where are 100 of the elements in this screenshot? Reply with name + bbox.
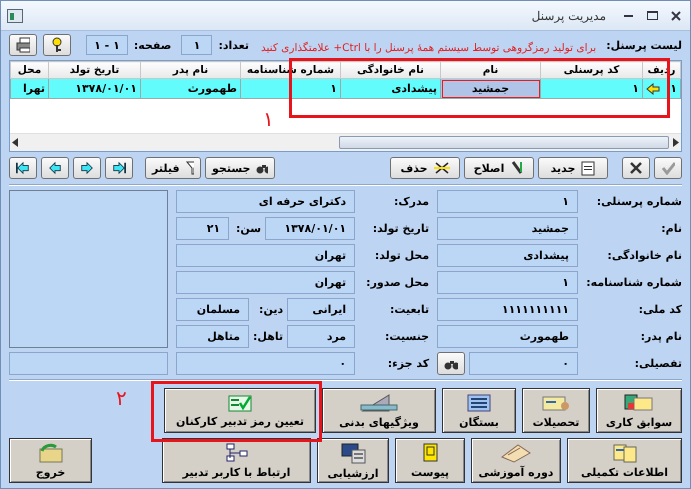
minimize-icon [624,14,632,17]
text-field[interactable]: ۱۳۷۸/۰۱/۰۱ [265,217,356,240]
annotation-number: ۱ [263,107,274,131]
filter-icon [186,161,194,175]
module-button[interactable]: تحصیلات [522,388,590,433]
text-field[interactable]: ۱ [437,190,578,213]
table-row[interactable]: ۱ ۱ جمشید پیشدادی ۱ طهمورث ۱۳۷۸/۰۱/۰۱ تهرا [10,78,680,98]
lookup-button[interactable] [437,352,466,375]
new-document-icon [581,160,596,176]
first-arrow-icon [16,160,30,176]
field-label: نام پدر: [640,330,682,343]
annotation-number: ۲ [116,386,127,410]
exit-button[interactable]: خروج [9,438,92,483]
check-icon [661,161,675,175]
text-field[interactable]: دکترای حرفه ای [176,190,356,213]
column-header[interactable]: تاریخ تولد [48,62,140,78]
ruler-icon [359,392,399,412]
field-label: شماره شناسنامه: [585,276,682,289]
action-button[interactable]: جدید [538,157,608,179]
table-cell: ۱۳۷۸/۰۱/۰۱ [48,78,140,98]
page-label: صفحه: [134,38,172,52]
cards-icon [624,392,654,412]
column-header[interactable]: نام خانوادگی [340,62,440,78]
row-number: ۱ [670,82,677,95]
text-field[interactable] [9,352,168,375]
action-button[interactable]: اصلاح [464,157,534,179]
field-label: مدرک: [392,195,430,208]
text-field[interactable]: تهران [176,244,356,267]
navigation-button[interactable] [105,157,133,179]
column-header[interactable]: نام [440,62,540,78]
text-field[interactable]: ۰ [176,352,356,375]
field-label: تابعیت: [388,303,430,316]
key-icon [50,37,64,53]
field-label: تاهل: [253,330,284,343]
search-button[interactable]: جستجو [205,157,275,179]
table-cell: ۱ [540,78,642,98]
text-field[interactable]: ۰ [469,352,578,375]
navigation-button[interactable] [9,157,37,179]
window-title: مدیریت پرسنل [530,8,607,22]
text-field[interactable]: ۱ [437,271,578,294]
module-button[interactable]: دوره آموزشی [471,438,561,483]
module-button[interactable]: ارتباط با کاربر تدبیر [162,438,311,483]
column-header[interactable]: نام پدر [140,62,240,78]
table-cell: تهرا [10,78,48,98]
tools-icon [510,160,524,176]
module-button[interactable]: اطلاعات تکمیلی [567,438,682,483]
left-arrow-icon [48,160,62,176]
module-button[interactable]: سوابق کاری [596,388,682,433]
cancel-button[interactable] [622,157,650,179]
module-button[interactable]: تعیین رمز تدبیر کارکنان [164,388,316,433]
field-label: شماره پرسنلی: [596,195,682,208]
close-icon [629,161,643,175]
filter-button[interactable]: فیلتر [145,157,201,179]
table-cell: جمشید [440,78,540,98]
right-arrow-icon [80,160,94,176]
navigation-button[interactable] [41,157,69,179]
field-label: دین: [258,303,284,316]
app-icon [7,8,23,22]
text-field[interactable]: مسلمان [176,298,250,321]
text-field[interactable]: مرد [287,325,356,348]
column-header[interactable]: محل [10,62,48,78]
table-cell: ۱ [240,78,340,98]
field-label: نام خانوادگی: [606,249,682,262]
text-field[interactable]: جمشید [437,217,578,240]
last-arrow-icon [112,160,126,176]
text-field[interactable]: ۱۱۱۱۱۱۱۱۱۱ [437,298,578,321]
list-label: لیست پرسنل: [606,38,682,52]
hierarchy-icon [224,442,248,462]
horizontal-scrollbar[interactable] [10,133,681,151]
text-field[interactable]: ایرانی [287,298,356,321]
documents-icon [612,442,638,462]
right-arrow-icon [673,138,679,147]
left-arrow-icon [646,82,660,94]
text-field[interactable]: طهمورث [437,325,578,348]
text-field[interactable]: ۲۱ [176,217,230,240]
column-header[interactable]: کد پرسنلی [540,62,642,78]
field-label: محل صدور: [365,276,430,289]
page-field: ۱ - ۱ [86,35,128,55]
print-button[interactable] [9,34,37,56]
field-label: نام: [660,222,682,235]
module-button[interactable]: پیوست [395,438,465,483]
scroll-thumb[interactable] [339,136,669,149]
text-field[interactable]: پیشدادی [437,244,578,267]
field-label: تفصیلی: [634,357,682,370]
module-button[interactable]: ویژگیهای بدنی [322,388,436,433]
checklist-icon [228,394,252,412]
navigation-button[interactable] [73,157,101,179]
close-icon [671,10,681,20]
text-field[interactable]: تهران [176,271,356,294]
action-button[interactable]: حذف [390,157,460,179]
printer-icon [16,37,30,53]
maximize-icon [646,11,658,20]
text-field[interactable]: متاهل [176,325,250,348]
help-button[interactable] [43,34,71,56]
module-button[interactable]: بستگان [442,388,516,433]
field-label: کد جزء: [386,357,430,370]
left-arrow-icon [12,138,18,147]
field-label: محل تولد: [374,249,430,262]
module-button[interactable]: ارزشیابی [317,438,389,483]
field-label: سن: [235,222,262,235]
